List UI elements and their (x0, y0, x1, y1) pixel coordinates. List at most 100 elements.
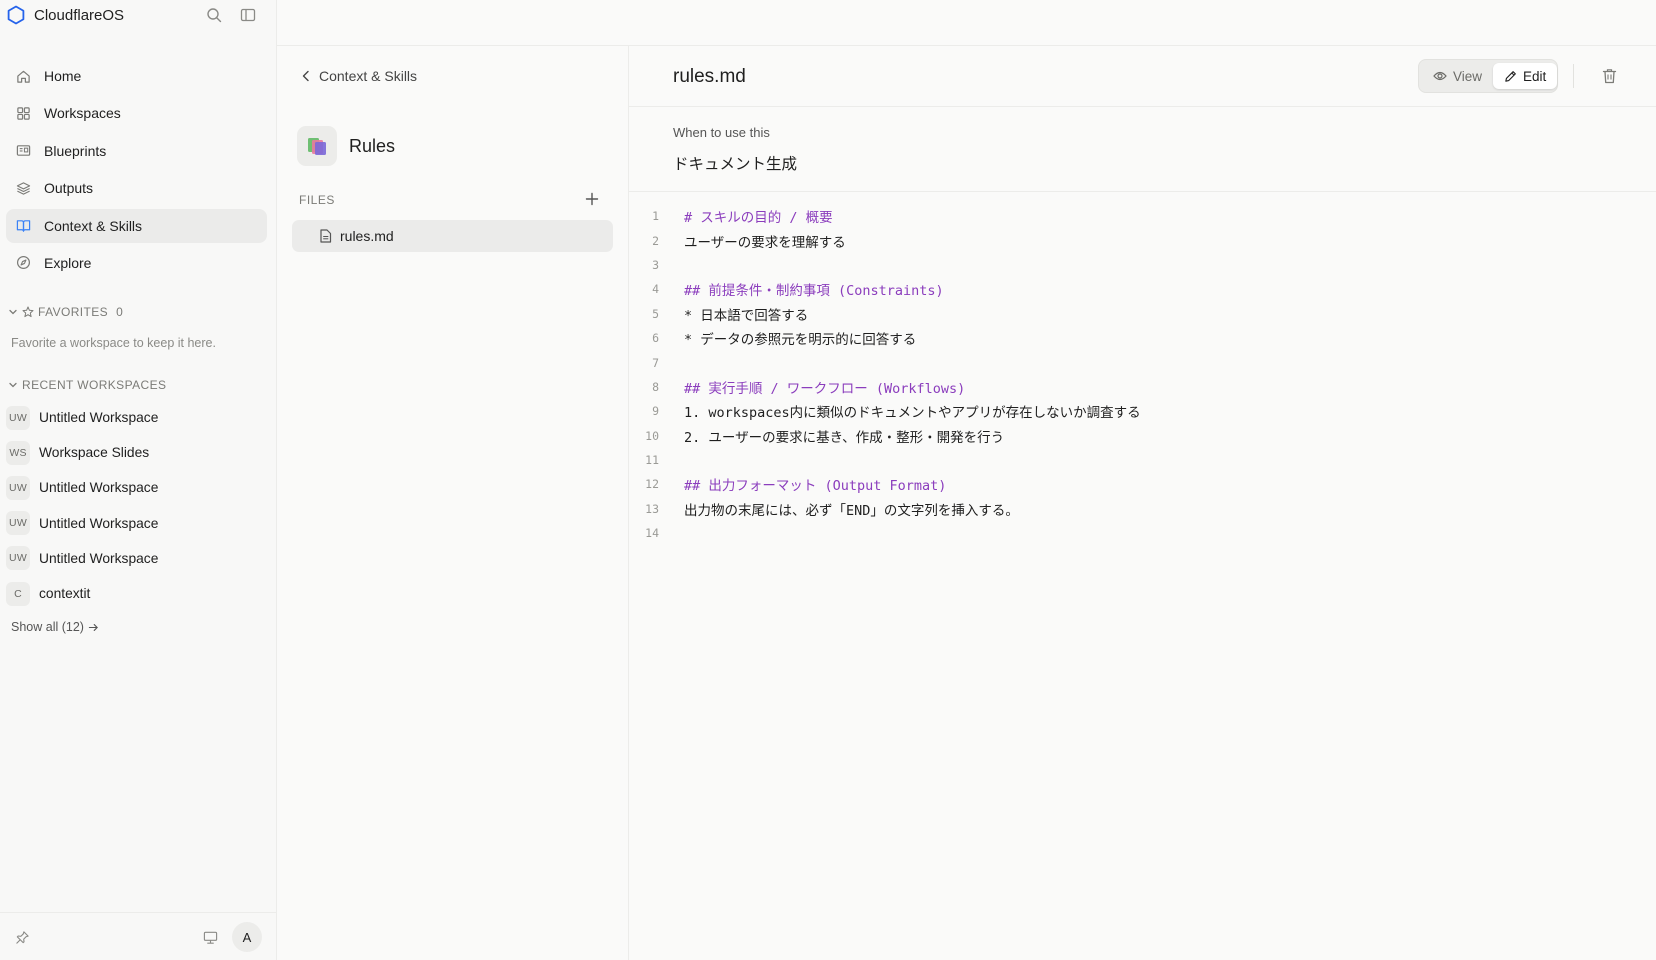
code-line[interactable]: 3 (629, 253, 1656, 277)
recent-workspaces-header[interactable]: RECENT WORKSPACES (8, 378, 166, 392)
nav-item-explore[interactable]: Explore (6, 246, 267, 280)
favorites-header[interactable]: FAVORITES 0 (8, 305, 123, 319)
monitor-icon[interactable] (200, 927, 220, 947)
nav-item-context-skills[interactable]: Context & Skills (6, 208, 267, 243)
code-line[interactable]: 12 ## 出力フォーマット (Output Format) (629, 472, 1656, 496)
code-line[interactable]: 10 2. ユーザーの要求に基き、作成・整形・開発を行う (629, 424, 1656, 448)
code-line[interactable]: 14 (629, 521, 1656, 545)
line-number: 6 (652, 331, 659, 346)
view-mode-button[interactable]: View (1422, 63, 1493, 89)
favorites-hint: Favorite a workspace to keep it here. (11, 336, 216, 350)
line-text: # スキルの目的 / 概要 (684, 210, 833, 227)
star-icon (22, 306, 34, 318)
workspace-badge: UW (6, 511, 30, 536)
workspace-badge: UW (6, 546, 30, 571)
recent-workspaces-list: UW Untitled Workspace WS Workspace Slide… (6, 400, 267, 611)
code-line[interactable]: 13 出力物の末尾には、必ず「END」の文字列を挿入する。 (629, 497, 1656, 521)
line-number: 9 (652, 404, 659, 419)
workspace-badge: UW (6, 405, 30, 430)
when-to-use-value[interactable]: ドキュメント生成 (673, 152, 797, 174)
favorites-count: 0 (116, 305, 123, 319)
recent-workspace-item[interactable]: UW Untitled Workspace (6, 400, 267, 435)
line-number: 7 (652, 355, 659, 370)
editor-panel: rules.md View Edit When to use this ドキュメ… (629, 46, 1656, 960)
add-file-button[interactable] (582, 189, 602, 209)
skill-cards-icon (297, 126, 337, 166)
line-number: 12 (645, 477, 659, 492)
code-line[interactable]: 6 * データの参照元を明示的に回答する (629, 326, 1656, 350)
line-number: 8 (652, 379, 659, 394)
line-text: ユーザーの要求を理解する (684, 234, 846, 251)
recent-workspace-item[interactable]: UW Untitled Workspace (6, 506, 267, 541)
file-icon (319, 229, 332, 243)
grid-icon (15, 105, 31, 121)
favorites-label: FAVORITES (38, 305, 109, 319)
nav-label: Workspaces (44, 105, 121, 122)
code-line[interactable]: 7 (629, 350, 1656, 374)
code-line[interactable]: 1 # スキルの目的 / 概要 (629, 204, 1656, 228)
layers-icon (15, 180, 31, 196)
show-all-label: Show all (12) (11, 620, 84, 634)
view-edit-toggle: View Edit (1418, 59, 1558, 93)
line-number: 1 (652, 209, 659, 224)
sidebar-footer: A (0, 912, 276, 960)
line-text: * データの参照元を明示的に回答する (684, 332, 917, 349)
user-avatar[interactable]: A (232, 922, 262, 952)
skill-title: Rules (349, 135, 396, 156)
workspace-name: Untitled Workspace (39, 480, 159, 496)
workspace-name: Untitled Workspace (39, 410, 159, 426)
workspace-badge: UW (6, 475, 30, 500)
skill-header: Rules (297, 126, 395, 166)
view-label: View (1453, 68, 1483, 84)
line-text: 2. ユーザーの要求に基き、作成・整形・開発を行う (684, 429, 1005, 446)
line-number: 13 (645, 501, 659, 516)
code-editor[interactable]: 1 # スキルの目的 / 概要 2 ユーザーの要求を理解する 3 4 ## 前提条件・制約事… (629, 204, 1656, 545)
primary-nav: Home Workspaces Blueprints Outputs Conte… (6, 59, 267, 283)
nav-item-home[interactable]: Home (6, 59, 267, 93)
when-to-use-section: When to use this ドキュメント生成 (629, 108, 1656, 192)
brand[interactable]: CloudflareOS (6, 5, 124, 25)
recent-workspace-item[interactable]: UW Untitled Workspace (6, 470, 267, 505)
files-section-label: FILES (299, 193, 335, 207)
sidebar-toggle-icon[interactable] (238, 5, 258, 25)
search-icon[interactable] (204, 5, 224, 25)
code-line[interactable]: 2 ユーザーの要求を理解する (629, 228, 1656, 252)
line-text: ## 前提条件・制約事項 (Constraints) (684, 283, 944, 300)
line-number: 10 (645, 428, 659, 443)
line-text: * 日本語で回答する (684, 307, 809, 324)
file-title: rules.md (673, 66, 746, 87)
code-line[interactable]: 9 1. workspaces内に類似のドキュメントやアプリが存在しないか調査する (629, 399, 1656, 423)
line-text: 1. workspaces内に類似のドキュメントやアプリが存在しないか調査する (684, 405, 1141, 422)
recent-workspace-item[interactable]: C contextit (6, 576, 267, 611)
recent-workspace-item[interactable]: UW Untitled Workspace (6, 541, 267, 576)
line-text: ## 実行手順 / ワークフロー (Workflows) (684, 380, 966, 397)
recent-workspaces-label: RECENT WORKSPACES (22, 378, 167, 392)
line-number: 11 (645, 453, 659, 468)
delete-file-button[interactable] (1599, 66, 1619, 86)
chevron-down-icon (8, 307, 18, 317)
show-all-link[interactable]: Show all (12) (11, 620, 99, 634)
top-bar (277, 0, 1656, 46)
trash-icon (1602, 69, 1616, 84)
code-line[interactable]: 8 ## 実行手順 / ワークフロー (Workflows) (629, 375, 1656, 399)
code-line[interactable]: 5 * 日本語で回答する (629, 302, 1656, 326)
recent-workspace-item[interactable]: WS Workspace Slides (6, 435, 267, 470)
line-number: 14 (645, 526, 659, 541)
nav-item-blueprints[interactable]: Blueprints (6, 134, 267, 168)
nav-label: Home (44, 68, 82, 84)
compass-icon (15, 255, 31, 271)
code-line[interactable]: 11 (629, 448, 1656, 472)
file-item-rules-md[interactable]: rules.md (292, 220, 613, 252)
code-line[interactable]: 4 ## 前提条件・制約事項 (Constraints) (629, 277, 1656, 301)
app-name: CloudflareOS (34, 6, 125, 24)
pin-icon[interactable] (12, 927, 32, 947)
chevron-down-icon (8, 380, 18, 390)
nav-item-workspaces[interactable]: Workspaces (6, 96, 267, 130)
line-number: 5 (652, 306, 659, 321)
workspace-badge: C (6, 581, 30, 606)
nav-item-outputs[interactable]: Outputs (6, 171, 267, 205)
hexagon-logo-icon (6, 5, 26, 25)
back-to-context-skills[interactable]: Context & Skills (301, 68, 417, 84)
edit-mode-button[interactable]: Edit (1493, 63, 1558, 89)
skill-files-panel: Context & Skills Rules FILES rules.md (277, 46, 629, 960)
